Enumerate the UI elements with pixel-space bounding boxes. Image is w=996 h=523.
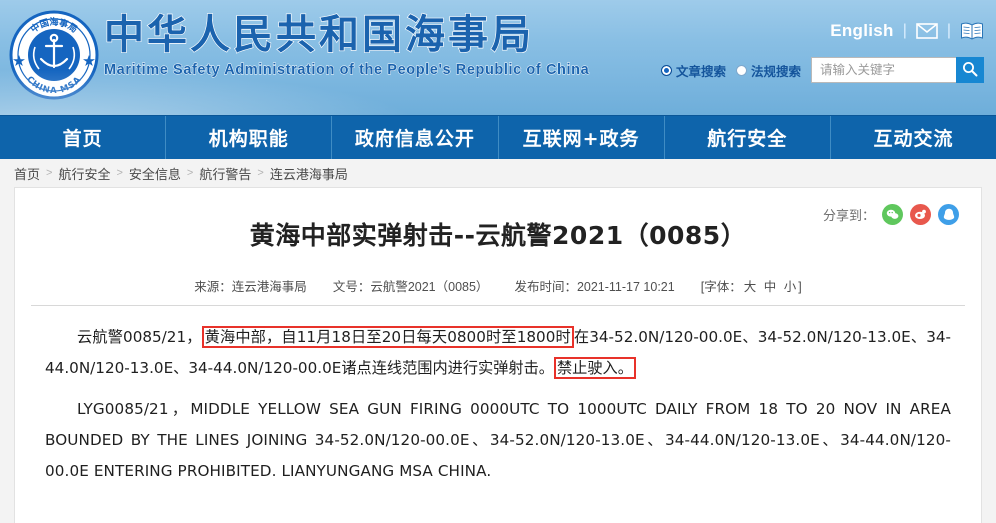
utility-separator-1: | [902,22,907,39]
breadcrumb-separator: > [46,167,53,179]
weibo-share-icon[interactable] [910,204,931,225]
radio-article-dot[interactable] [660,64,672,76]
wechat-share-icon[interactable] [882,204,903,225]
article-doc-number: 文号：云航警2021（0085） [332,280,489,294]
article-paragraph-english: LYG0085/21，MIDDLE YELLOW SEA GUN FIRING … [45,400,951,480]
search-type-article[interactable]: 文章搜索 [660,61,726,80]
nav-item-navigation-safety[interactable]: 航行安全 [665,116,831,159]
site-title-en: Maritime Safety Administration of the Pe… [104,62,590,79]
article-source: 来源：连云港海事局 [194,280,307,294]
english-link[interactable]: English [830,21,894,41]
font-size-medium[interactable]: 中 [762,280,779,294]
site-title-cn: 中华人民共和国海事局 [103,11,534,58]
breadcrumb-item-navigation-warning[interactable]: 航行警告 [199,164,251,183]
font-size-large[interactable]: 大 [742,280,759,294]
header-utility-links: English | | [830,21,984,41]
breadcrumb-separator: > [257,167,264,179]
nav-item-interaction[interactable]: 互动交流 [831,116,996,159]
breadcrumb-separator: > [116,167,123,179]
search-button[interactable] [956,57,984,83]
brand-block: 中华人民共和国海事局 Maritime Safety Administratio… [103,10,590,79]
breadcrumb-item-lianyungang-msa[interactable]: 连云港海事局 [270,164,348,183]
font-size-small[interactable]: 小 [782,280,799,294]
highlight-time-area: 黄海中部，自11月18日至20日每天0800时至1800时 [201,326,574,348]
envelope-icon[interactable] [916,23,938,39]
font-size-close: ] [798,280,802,294]
radio-regulation-dot[interactable] [735,64,747,76]
main-navigation: 首页 机构职能 政府信息公开 互联网+政务 航行安全 互动交流 [0,115,996,159]
header-search-area: 文章搜索 法规搜索 [660,57,984,83]
qq-share-icon[interactable] [938,204,959,225]
breadcrumb-separator: > [186,167,194,179]
china-msa-emblem-logo[interactable]: 中国海事局 CHINA MSA [8,9,100,101]
svg-text:CHINA MSA: CHINA MSA [24,75,83,96]
search-icon [962,61,978,80]
breadcrumb-item-home[interactable]: 首页 [14,164,40,183]
breadcrumb: 首页 > 航行安全 > 安全信息 > 航行警告 > 连云港海事局 [0,159,996,187]
share-label: 分享到： [822,208,875,223]
breadcrumb-item-safety-info[interactable]: 安全信息 [129,164,181,183]
search-box [811,57,984,83]
site-header: 中国海事局 CHINA MSA 中华人民共和国海事局 Maritime Safe… [0,0,996,115]
article-body: 云航警0085/21， 黄海中部，自11月18日至20日每天0800时至1800时… [15,306,981,487]
share-bar: 分享到： [823,204,959,225]
nav-item-home[interactable]: 首页 [0,116,167,159]
nav-item-internet-gov[interactable]: 互联网+政务 [499,116,665,159]
article-meta: 来源：连云港海事局 文号：云航警2021（0085） 发布时间：2021-11-… [15,276,981,295]
search-input[interactable] [811,57,956,83]
book-icon[interactable] [960,22,984,40]
nav-item-functions[interactable]: 机构职能 [166,116,333,159]
breadcrumb-item-navigation-safety[interactable]: 航行安全 [58,164,110,183]
highlight-entry-prohibited: 禁止驶入。 [553,357,636,379]
radio-article-label: 文章搜索 [675,64,726,79]
article-paragraph-chinese: 云航警0085/21， 黄海中部，自11月18日至20日每天0800时至1800时… [45,322,951,384]
search-type-regulation[interactable]: 法规搜索 [735,61,801,80]
paragraph-prefix: 云航警0085/21， [77,328,202,346]
utility-separator-2: | [946,22,951,39]
nav-item-gov-info[interactable]: 政府信息公开 [332,116,499,159]
article-card: 分享到： 黄海中部实弹射击--云航警2021（0085） 来源：连云港海事局 文… [14,187,982,523]
article-publish-time: 发布时间：2021-11-17 10:21 [514,280,675,294]
page-root: 中国海事局 CHINA MSA 中华人民共和国海事局 Maritime Safe… [0,0,996,523]
font-size-selector: [字体：大 中 小] [701,276,802,295]
font-size-label: [字体： [700,280,742,294]
radio-regulation-label: 法规搜索 [750,64,801,79]
